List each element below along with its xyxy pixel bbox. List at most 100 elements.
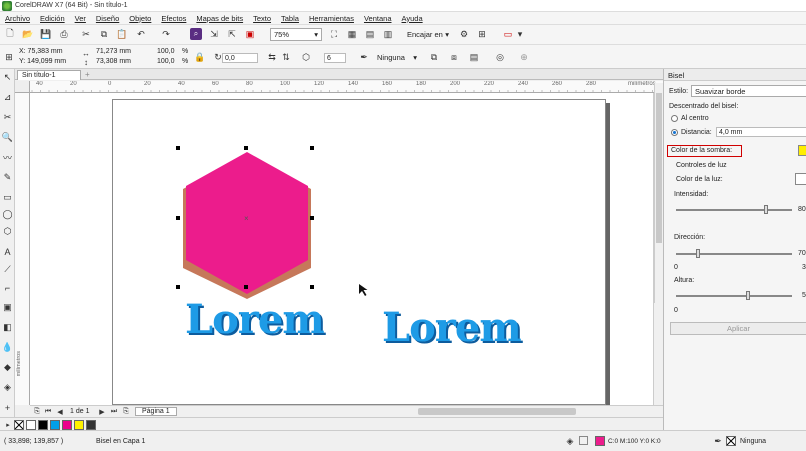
rotation-angle-field[interactable]: 0,0 [222,53,258,63]
mirror-horizontal-icon[interactable]: ⇆ [266,51,278,63]
width-field[interactable]: 71,273 mm [96,48,131,55]
add-icon[interactable]: ⊕ [518,51,530,63]
freehand-tool-icon[interactable]: 〰 [2,152,13,163]
docker-scroll-thumb[interactable] [656,93,662,243]
menu-mapas-de-bits[interactable]: Mapas de bits [191,14,248,23]
direction-value[interactable]: 70 [798,250,806,257]
color-swatch[interactable] [86,420,96,430]
menu-texto[interactable]: Texto [248,14,276,23]
crop-tool-icon[interactable]: ✂ [2,112,13,123]
distance-radio[interactable] [671,129,678,136]
shadow-color-picker[interactable] [798,145,806,156]
outline-width-select[interactable]: Ninguna ▾ [374,51,420,64]
horizontal-scroll-thumb[interactable] [418,408,576,415]
to-front-icon[interactable]: ⧉ [428,51,440,63]
bevel-style-select[interactable]: Suavizar borde [691,85,806,97]
intensity-slider[interactable] [676,205,792,214]
mirror-vertical-icon[interactable]: ⇅ [280,51,292,63]
intensity-value[interactable]: 80 [798,206,806,213]
scale-x-field[interactable]: 100,0 [157,48,175,55]
shape-tool-icon[interactable]: ⊿ [2,92,13,103]
page-tab[interactable]: Página 1 [135,407,177,416]
open-icon[interactable]: 📂 [22,28,34,40]
menu-ver[interactable]: Ver [70,14,91,23]
pick-tool-icon[interactable]: ↖ [2,72,13,83]
drop-shadow-tool-icon[interactable]: ▣ [2,302,13,313]
menu-edicion[interactable]: Edición [35,14,70,23]
add-icon[interactable]: + [2,402,13,413]
smart-fill-tool-icon[interactable]: ◈ [2,382,13,393]
horizontal-ruler[interactable]: 40 20 0 20 40 60 80 100 120 140 160 180 … [30,81,663,93]
color-swatch[interactable] [38,420,48,430]
height-slider-thumb[interactable] [746,291,750,300]
publish-pdf-icon[interactable]: ▣ [244,28,256,40]
height-field[interactable]: 73,308 mm [96,58,131,65]
color-swatch[interactable] [74,420,84,430]
light-color-picker[interactable] [795,173,806,185]
lock-ratio-icon[interactable]: 🔒 [194,51,206,63]
distance-field[interactable]: 4,0 mm [716,127,806,137]
polygon-sides-field[interactable]: 6 [324,53,346,63]
parallel-dimension-tool-icon[interactable]: ⟋ [2,264,13,275]
height-slider[interactable] [676,291,792,300]
fill-color-swatch[interactable] [595,436,605,446]
color-swatch[interactable] [62,420,72,430]
menu-objeto[interactable]: Objeto [124,14,156,23]
ruler-origin[interactable] [15,81,30,93]
lorem-text-2[interactable]: Lorem [382,304,522,351]
print-icon[interactable]: ⎙ [58,28,70,40]
polygon-tool-icon[interactable]: ⬡ [2,226,13,237]
ellipse-tool-icon[interactable]: ◯ [2,209,13,220]
drawing-page[interactable]: × Lorem Lorem [112,99,606,405]
object-origin-icon[interactable]: ⊞ [3,51,15,63]
menu-ayuda[interactable]: Ayuda [397,14,428,23]
direction-slider[interactable] [676,249,792,258]
eyedropper-tool-icon[interactable]: 💧 [2,342,13,353]
wrap-text-icon[interactable]: ▤ [468,51,480,63]
transparency-tool-icon[interactable]: ◧ [2,322,13,333]
menu-herramientas[interactable]: Herramientas [304,14,359,23]
x-position-field[interactable]: X: 75,383 mm [19,48,63,55]
menu-tabla[interactable]: Tabla [276,14,304,23]
menu-ventana[interactable]: Ventana [359,14,397,23]
interactive-fill-tool-icon[interactable]: ◆ [2,362,13,373]
text-tool-icon[interactable]: A [2,246,13,257]
menu-efectos[interactable]: Efectos [156,14,191,23]
scale-y-field[interactable]: 100,0 [157,58,175,65]
lorem-text-1[interactable]: Lorem [185,296,325,343]
snap-to-dropdown[interactable]: Encajar en ▾ [404,28,452,41]
vertical-ruler[interactable]: milímetros [15,93,30,405]
full-screen-icon[interactable]: ⛶ [328,28,340,40]
save-icon[interactable]: 💾 [40,28,52,40]
no-color-swatch[interactable] [14,420,24,430]
chevron-down-icon[interactable]: ▾ [514,28,526,40]
rectangle-tool-icon[interactable]: ▭ [2,192,13,203]
paste-icon[interactable]: 📋 [116,28,128,40]
menu-diseno[interactable]: Diseño [91,14,124,23]
color-swatch[interactable] [26,420,36,430]
welcome-screen-icon[interactable]: ▭ [502,28,514,40]
undo-icon[interactable]: ↶ [135,28,147,40]
copy-icon[interactable]: ⧉ [98,28,110,40]
height-value[interactable]: 5 [802,292,806,299]
artistic-media-tool-icon[interactable]: ✎ [2,172,13,183]
to-back-icon[interactable]: ⧈ [448,51,460,63]
drawing-canvas[interactable]: × Lorem Lorem [30,93,653,405]
show-grid-icon[interactable]: ▤ [364,28,376,40]
docker-scrollbar[interactable] [654,83,663,303]
search-content-icon[interactable]: ⌕ [190,28,202,40]
convert-to-curves-icon[interactable]: ◎ [494,51,506,63]
y-position-field[interactable]: Y: 149,099 mm [19,58,66,65]
direction-slider-thumb[interactable] [696,249,700,258]
cut-icon[interactable]: ✂ [80,28,92,40]
menu-archivo[interactable]: Archivo [0,14,35,23]
connector-tool-icon[interactable]: ⌐ [2,282,13,293]
export-icon[interactable]: ⇱ [226,28,238,40]
new-tab-icon[interactable]: + [85,70,94,79]
zoom-level-select[interactable]: 75% ▾ [270,28,322,41]
apply-button[interactable]: Aplicar [670,322,806,335]
application-launcher-icon[interactable]: ⊞ [476,28,488,40]
outline-color-swatch[interactable] [726,436,736,446]
options-icon[interactable]: ⚙ [458,28,470,40]
new-document-icon[interactable]: 🗋 [4,28,16,40]
